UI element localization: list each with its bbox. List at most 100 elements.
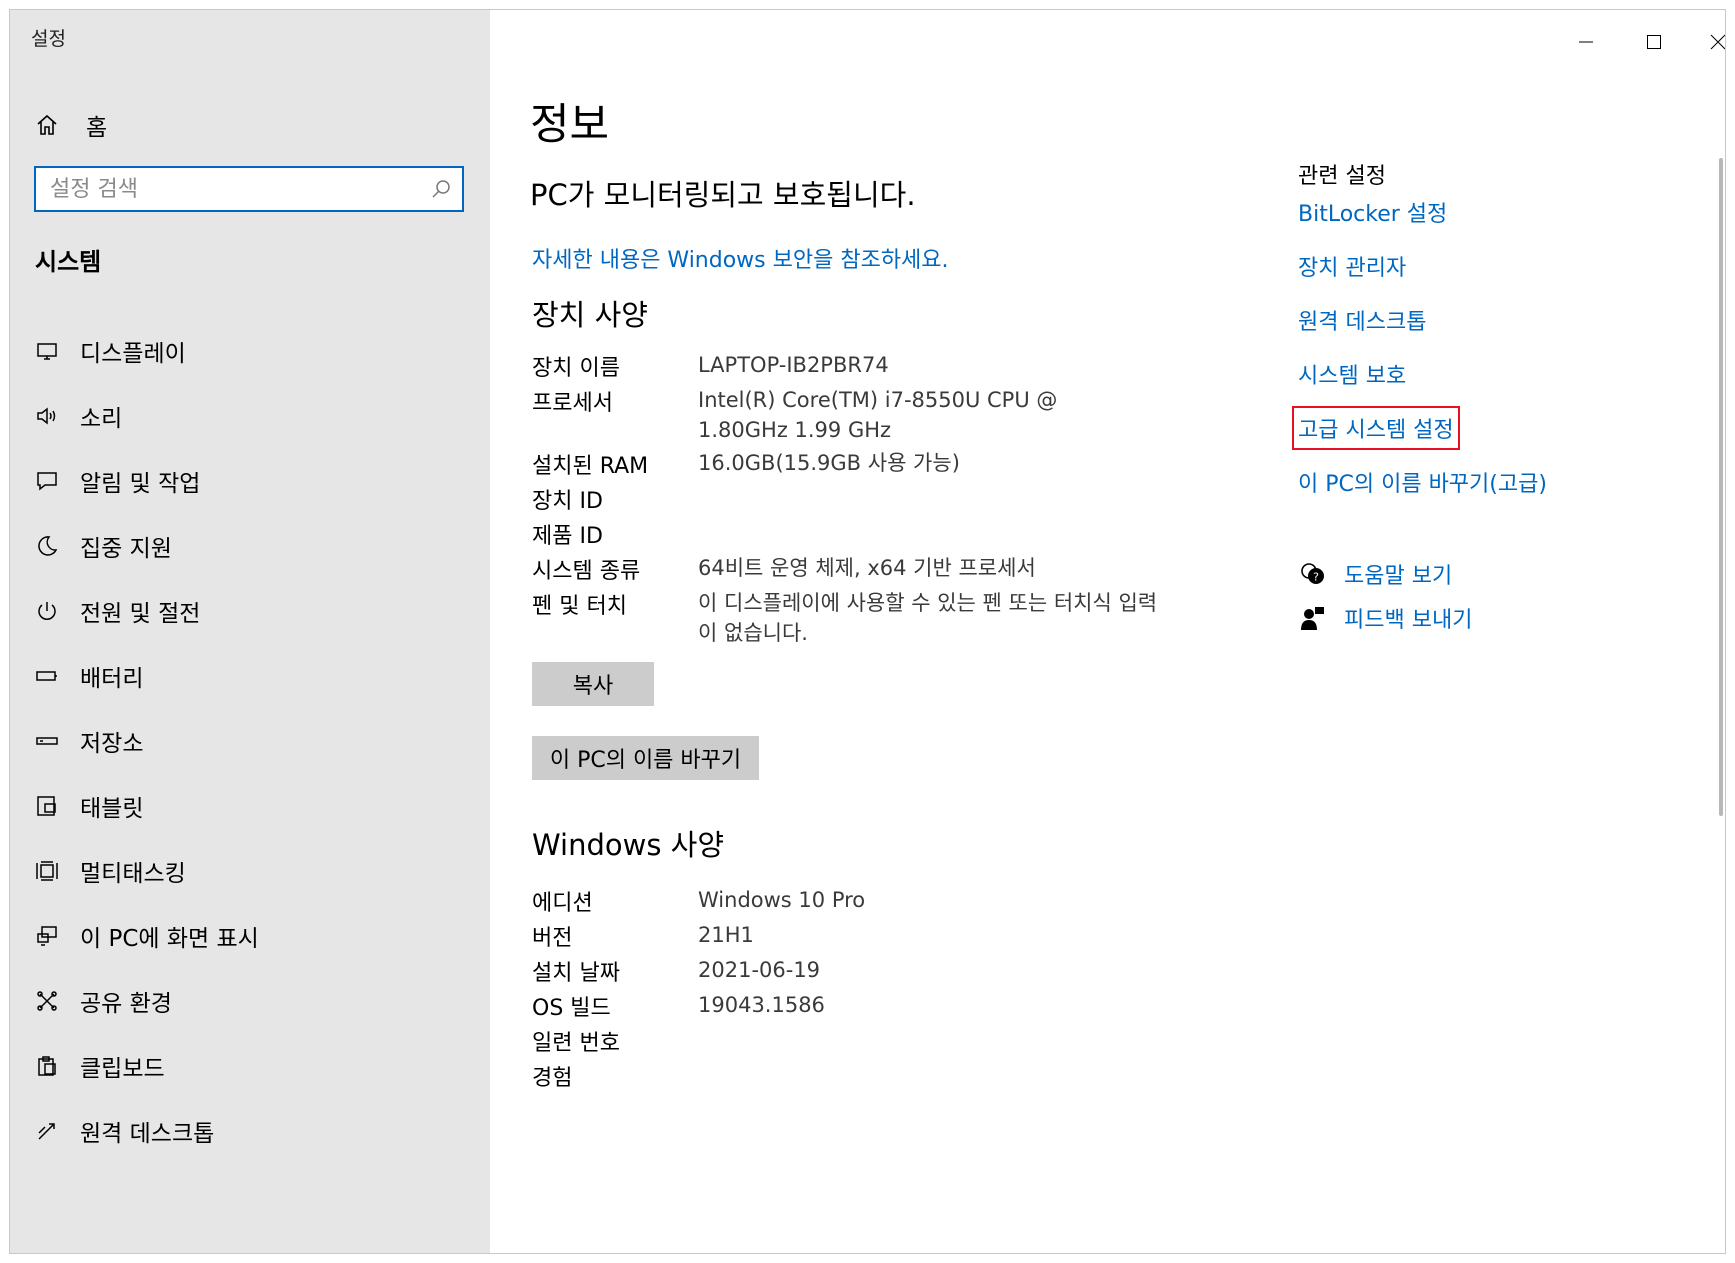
spec-value: 21H1	[698, 923, 754, 947]
spec-row: 버전 21H1	[532, 920, 1218, 952]
sidebar-item-label: 저장소	[80, 731, 144, 757]
maximize-button[interactable]	[1631, 20, 1677, 64]
minimize-button[interactable]	[1563, 20, 1609, 64]
page-title: 정보	[530, 100, 610, 150]
monitor-icon	[32, 336, 62, 366]
sidebar-item-label: 디스플레이	[80, 341, 186, 367]
spec-row: 시스템 종류 64비트 운영 체제, x64 기반 프로세서	[532, 553, 1218, 585]
advanced-system-settings-link[interactable]: 고급 시스템 설정	[1292, 406, 1460, 450]
spec-row: 경험	[532, 1060, 1218, 1092]
sidebar-item-label: 배터리	[80, 666, 144, 692]
close-button[interactable]	[1695, 20, 1725, 64]
spec-value: 2021-06-19	[698, 958, 821, 982]
spec-row: 설치된 RAM 16.0GB(15.9GB 사용 가능)	[532, 448, 1218, 480]
spec-value	[698, 1025, 1218, 1057]
feedback-label[interactable]: 피드백 보내기	[1344, 602, 1472, 634]
device-specs-title: 장치 사양	[532, 298, 648, 332]
home-label: 홈	[86, 115, 108, 141]
sidebar-item-clipboard[interactable]: 클립보드	[10, 1037, 490, 1095]
sidebar-item-label: 공유 환경	[80, 991, 172, 1017]
spec-label: 펜 및 터치	[532, 594, 627, 619]
speaker-icon	[32, 401, 62, 431]
spec-label: 경험	[532, 1066, 573, 1091]
clipboard-icon	[32, 1051, 62, 1081]
scrollbar[interactable]	[1719, 158, 1723, 816]
moon-icon	[32, 531, 62, 561]
tablet-icon	[32, 791, 62, 821]
spec-value: Intel(R) Core(TM) i7-8550U CPU @ 1.80GHz…	[698, 388, 1058, 442]
remote-desktop-link[interactable]: 원격 데스크톱	[1298, 304, 1426, 336]
sidebar-item-label: 태블릿	[80, 796, 144, 822]
spec-label: 에디션	[532, 891, 593, 916]
sidebar-item-sound[interactable]: 소리	[10, 387, 490, 445]
sidebar-item-label: 멀티태스킹	[80, 861, 186, 887]
spec-label: 시스템 종류	[532, 559, 641, 584]
project-icon	[32, 921, 62, 951]
spec-row: OS 빌드 19043.1586	[532, 990, 1218, 1022]
spec-row: 장치 ID	[532, 483, 1218, 515]
device-manager-link[interactable]: 장치 관리자	[1298, 250, 1406, 282]
main-content: 정보 PC가 모니터링되고 보호됩니다. 자세한 내용은 Windows 보안을…	[490, 10, 1725, 1253]
spec-value	[698, 1060, 1218, 1092]
rename-pc-button[interactable]: 이 PC의 이름 바꾸기	[532, 736, 759, 780]
minimize-icon	[1579, 41, 1593, 43]
spec-label: 일련 번호	[532, 1031, 620, 1056]
windows-specs-title: Windows 사양	[532, 828, 725, 862]
sidebar-item-storage[interactable]: 저장소	[10, 712, 490, 770]
feedback-item[interactable]: 피드백 보내기	[1298, 602, 1472, 634]
svg-text:?: ?	[1313, 571, 1319, 584]
spec-label: 설치된 RAM	[532, 454, 649, 479]
sidebar-item-label: 알림 및 작업	[80, 471, 201, 497]
storage-icon	[32, 726, 62, 756]
sidebar-item-label: 소리	[80, 406, 123, 432]
home-icon	[32, 113, 62, 137]
sidebar-item-battery[interactable]: 배터리	[10, 647, 490, 705]
battery-icon	[32, 661, 62, 691]
get-help-label[interactable]: 도움말 보기	[1344, 558, 1452, 590]
spec-value: 19043.1586	[698, 993, 825, 1017]
spec-value	[698, 483, 1218, 515]
bitlocker-settings-link[interactable]: BitLocker 설정	[1298, 196, 1447, 228]
system-protection-link[interactable]: 시스템 보호	[1298, 358, 1406, 390]
spec-row: 장치 이름 LAPTOP-IB2PBR74	[532, 350, 1218, 382]
rename-pc-advanced-link[interactable]: 이 PC의 이름 바꾸기(고급)	[1298, 466, 1547, 498]
remote-desktop-icon	[32, 1116, 62, 1146]
sidebar-item-label: 전원 및 절전	[80, 601, 201, 627]
spec-label: 제품 ID	[532, 524, 603, 549]
spec-label: 장치 ID	[532, 489, 603, 514]
spec-row: 프로세서 Intel(R) Core(TM) i7-8550U CPU @ 1.…	[532, 385, 1128, 445]
spec-label: OS 빌드	[532, 996, 611, 1021]
search-icon[interactable]	[420, 179, 462, 199]
sidebar-item-notifications[interactable]: 알림 및 작업	[10, 452, 490, 510]
app-title: 설정	[31, 28, 66, 50]
sidebar-item-power[interactable]: 전원 및 절전	[10, 582, 490, 640]
get-help-item[interactable]: ? 도움말 보기	[1298, 558, 1452, 590]
related-settings-title: 관련 설정	[1298, 164, 1386, 189]
section-title: 시스템	[35, 248, 102, 276]
search-input[interactable]	[36, 168, 420, 210]
spec-row: 제품 ID	[532, 518, 1218, 550]
sidebar-item-focus-assist[interactable]: 집중 지원	[10, 517, 490, 575]
multitasking-icon	[32, 856, 62, 886]
sidebar-item-remote-desktop[interactable]: 원격 데스크톱	[10, 1102, 490, 1160]
shared-experiences-icon	[32, 986, 62, 1016]
spec-value: LAPTOP-IB2PBR74	[698, 353, 889, 377]
spec-value: 16.0GB(15.9GB 사용 가능)	[698, 451, 960, 475]
sidebar-item-shared-experiences[interactable]: 공유 환경	[10, 972, 490, 1030]
help-chat-icon: ?	[1298, 561, 1328, 587]
sidebar-item-label: 이 PC에 화면 표시	[80, 926, 259, 952]
home-nav-item[interactable]: 홈	[32, 102, 107, 148]
spec-row: 에디션 Windows 10 Pro	[532, 885, 1218, 917]
spec-label: 버전	[532, 926, 573, 951]
windows-security-link[interactable]: 자세한 내용은 Windows 보안을 참조하세요.	[532, 242, 949, 274]
sidebar-item-project[interactable]: 이 PC에 화면 표시	[10, 907, 490, 965]
spec-value: 64비트 운영 체제, x64 기반 프로세서	[698, 556, 1036, 580]
copy-button[interactable]: 복사	[532, 662, 654, 706]
spec-label: 장치 이름	[532, 356, 620, 381]
settings-search-box[interactable]	[34, 166, 464, 212]
spec-label: 프로세서	[532, 391, 613, 416]
sidebar-item-multitasking[interactable]: 멀티태스킹	[10, 842, 490, 900]
settings-window: 설정 홈 시스템 디스플레이 소리 알림 및	[9, 9, 1726, 1254]
sidebar-item-tablet[interactable]: 태블릿	[10, 777, 490, 835]
sidebar-item-display[interactable]: 디스플레이	[10, 322, 490, 380]
